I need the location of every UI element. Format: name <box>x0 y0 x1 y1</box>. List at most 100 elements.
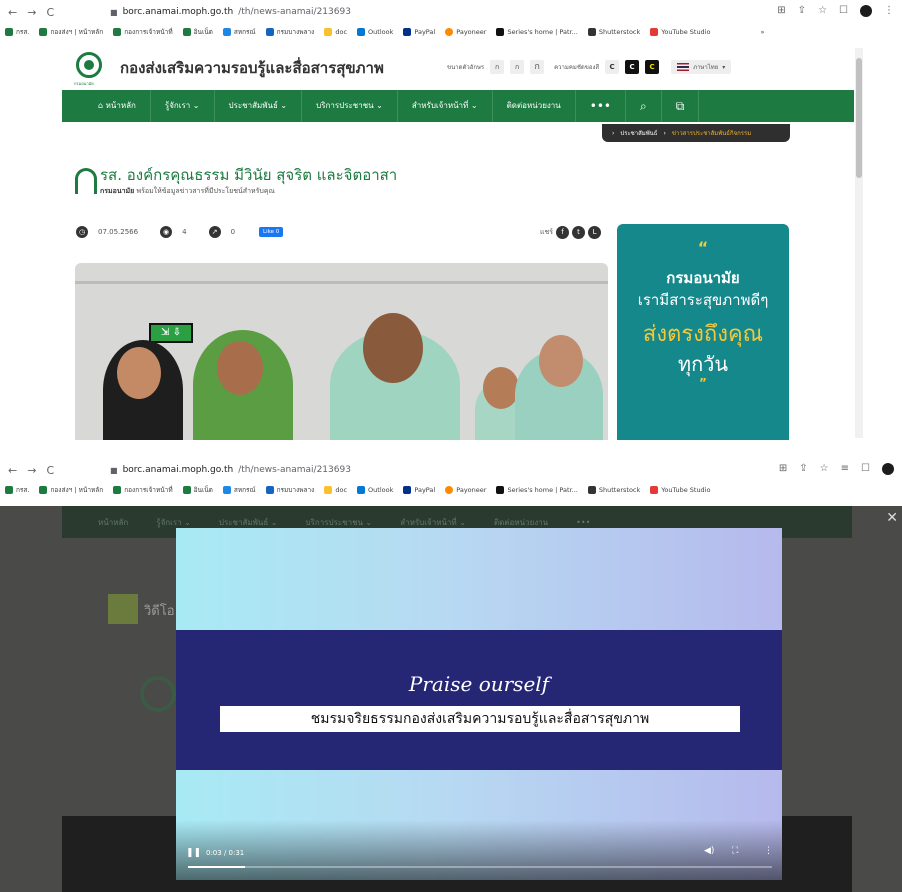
forward-icon[interactable]: → <box>27 6 36 19</box>
page-scrollbar[interactable] <box>855 48 863 438</box>
profile-avatar[interactable] <box>882 463 894 475</box>
video-controls-shade <box>176 820 782 880</box>
bookmark[interactable]: Payoneer <box>445 486 486 494</box>
close-overlay-button[interactable]: ✕ <box>886 510 898 526</box>
font-medium-button[interactable]: ก <box>510 60 525 74</box>
video-menu-icon[interactable]: ⋮ <box>764 846 773 856</box>
address-bar[interactable]: ■ borc.anamai.moph.go.th/th/news-anamai/… <box>110 7 351 17</box>
exit-sign-icon: ⇲ ⇩ <box>149 323 193 343</box>
share-icon[interactable]: ⇪ <box>798 5 806 17</box>
contrast-dark-button[interactable]: C <box>625 60 640 74</box>
bookmark[interactable]: Payoneer <box>445 28 486 36</box>
article-date: 07.05.2566 <box>98 228 139 236</box>
reading-list-icon[interactable]: ≡ <box>841 463 849 475</box>
share-buttons: แชร์ f t L <box>540 226 602 239</box>
bookmark[interactable]: Outlook <box>357 28 393 36</box>
bookmark[interactable]: กองส่งฯ | หน้าหลัก <box>39 485 103 495</box>
reload-icon[interactable]: C <box>46 464 54 477</box>
window-icon[interactable]: ☐ <box>861 463 870 475</box>
translate-icon[interactable]: ⊞ <box>777 5 785 17</box>
window-icon[interactable]: ☐ <box>839 5 848 17</box>
volume-icon[interactable]: ◀) <box>704 846 714 856</box>
address-bar[interactable]: ■ borc.anamai.moph.go.th/th/news-anamai/… <box>110 465 351 475</box>
nav-pr[interactable]: ประชาสัมพันธ์ ⌄ <box>215 90 303 122</box>
nav-staff[interactable]: สำหรับเจ้าหน้าที่ ⌄ <box>398 90 493 122</box>
bookmark[interactable]: doc <box>324 486 347 494</box>
nav-contact[interactable]: ติดต่อหน่วยงาน <box>493 90 576 122</box>
sitemap-icon[interactable]: ⧉ <box>662 90 700 122</box>
nav-more-button[interactable]: ••• <box>576 90 626 122</box>
bookmark[interactable]: อินเน็ต <box>182 485 213 495</box>
nav-about[interactable]: รู้จักเรา ⌄ <box>151 90 215 122</box>
fullscreen-icon[interactable]: ⛶ <box>732 846 738 856</box>
article-photo: ⇲ ⇩ <box>75 263 608 440</box>
bookmark[interactable]: กองการเจ้าหน้าที่ <box>113 485 173 495</box>
nav-public-service[interactable]: บริการประชาชน ⌄ <box>302 90 398 122</box>
person-head <box>117 347 161 399</box>
font-small-button[interactable]: ก <box>490 60 505 74</box>
forward-icon[interactable]: → <box>27 464 36 477</box>
dim-nav-item: บริการประชาชน ⌄ <box>305 517 373 527</box>
star-icon[interactable]: ☆ <box>818 5 827 17</box>
breadcrumb-current: ข่าวสารประชาสัมพันธ์กิจกรรม <box>671 130 752 137</box>
bookmark[interactable]: กรส. <box>5 485 29 495</box>
facebook-icon[interactable]: f <box>556 226 570 239</box>
translate-icon[interactable]: ⊞ <box>779 463 787 475</box>
share-icon[interactable]: ⇪ <box>799 463 807 475</box>
language-select[interactable]: ภาษาไทย ▾ <box>671 60 732 74</box>
contrast-default-button[interactable]: C <box>605 60 620 74</box>
bookmark[interactable]: อินเน็ต <box>182 27 213 37</box>
site-title[interactable]: กองส่งเสริมความรอบรู้และสื่อสารสุขภาพ <box>120 56 384 80</box>
profile-avatar[interactable] <box>860 5 872 17</box>
bookmark[interactable]: สหกรณ์ <box>222 27 256 37</box>
bookmark[interactable]: กองการเจ้าหน้าที่ <box>113 27 173 37</box>
back-icon[interactable]: ← <box>8 6 17 19</box>
reload-icon[interactable]: C <box>46 6 54 19</box>
bookmark[interactable]: Shutterstock <box>587 486 640 494</box>
url-host: borc.anamai.moph.go.th <box>122 7 234 17</box>
address-bar-row: ← → C ■ borc.anamai.moph.go.th/th/news-a… <box>0 460 902 480</box>
bookmark[interactable]: Series's home | Patr... <box>496 486 578 494</box>
article-meta: ◷ 07.05.2566 ◉ 4 ↗ 0 Like 0 <box>76 226 284 238</box>
facebook-like-button[interactable]: Like 0 <box>259 227 284 237</box>
nav-arrows: ← → C <box>0 6 110 19</box>
bookmarks-bar: กรส. กองส่งฯ | หน้าหลัก กองการเจ้าหน้าที… <box>0 482 902 498</box>
bookmark[interactable]: doc <box>324 28 347 36</box>
menu-icon[interactable]: ⋮ <box>884 5 894 17</box>
font-large-button[interactable]: ก <box>530 60 545 74</box>
dim-nav-item: หน้าหลัก <box>98 517 129 527</box>
bookmark[interactable]: Shutterstock <box>587 28 640 36</box>
close-quote: ” <box>699 376 707 390</box>
bookmark[interactable]: PayPal <box>403 28 435 36</box>
bookmark[interactable]: PayPal <box>403 486 435 494</box>
bookmark[interactable]: กรส. <box>5 27 29 37</box>
bookmarks-bar: กรส. กองส่งฯ | หน้าหลัก กองการเจ้าหน้าที… <box>0 24 902 40</box>
bookmark[interactable]: Series's home | Patr... <box>496 28 578 36</box>
browser-screenshot-bottom: ← → C ■ borc.anamai.moph.go.th/th/news-a… <box>0 458 902 892</box>
language-value: ภาษาไทย <box>693 64 719 71</box>
bookmark[interactable]: YouTube Studio <box>650 28 710 36</box>
nav-home[interactable]: ⌂ หน้าหลัก <box>62 90 151 122</box>
scrollbar-thumb[interactable] <box>856 58 862 178</box>
bookmark[interactable]: Outlook <box>357 486 393 494</box>
more-bookmarks[interactable]: » <box>760 28 764 36</box>
bookmark[interactable]: กรมบางพลาง <box>265 27 314 37</box>
back-icon[interactable]: ← <box>8 464 17 477</box>
pause-icon[interactable]: ❚❚ <box>186 848 201 858</box>
contrast-yellow-button[interactable]: C <box>645 60 660 74</box>
twitter-icon[interactable]: t <box>572 226 586 239</box>
bookmark[interactable]: YouTube Studio <box>650 486 710 494</box>
bookmark[interactable]: กองส่งฯ | หน้าหลัก <box>39 27 103 37</box>
video-player[interactable]: Praise ourself ชมรมจริยธรรมกองส่งเสริมคว… <box>176 528 782 880</box>
person-head <box>483 367 519 409</box>
breadcrumb-item[interactable]: ประชาสัมพันธ์ <box>620 128 657 138</box>
star-icon[interactable]: ☆ <box>820 463 829 475</box>
video-progress-bar[interactable] <box>188 866 772 868</box>
line-icon[interactable]: L <box>588 226 602 239</box>
search-icon[interactable]: ⌕ <box>626 90 662 122</box>
lock-icon: ■ <box>110 7 118 17</box>
bookmark[interactable]: สหกรณ์ <box>222 485 256 495</box>
department-logo[interactable] <box>76 52 102 78</box>
browser-actions: ⊞ ⇪ ☆ ≡ ☐ <box>779 463 894 475</box>
bookmark[interactable]: กรมบางพลาง <box>265 485 314 495</box>
